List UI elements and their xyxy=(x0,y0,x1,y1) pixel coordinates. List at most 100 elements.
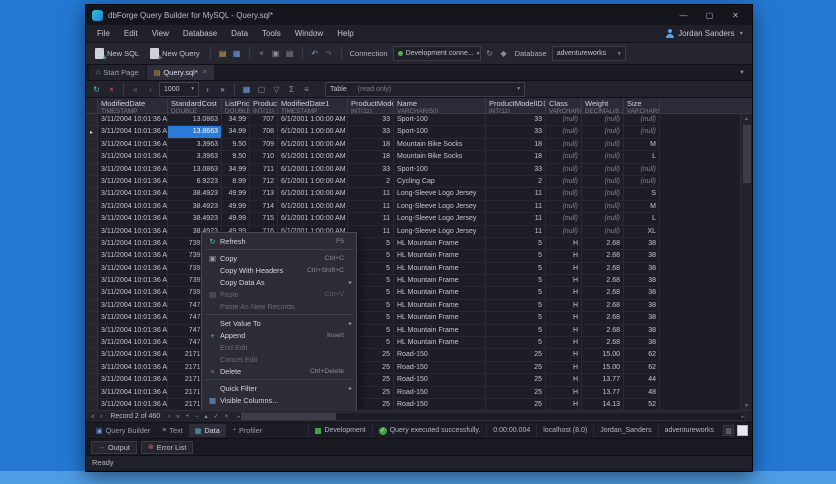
column-header-productmodelid[interactable]: ProductModelIDINT(11) xyxy=(348,98,394,113)
row-marker[interactable] xyxy=(86,324,98,338)
view-tab-profiler[interactable]: ◔ Profiler xyxy=(226,424,268,437)
user-menu[interactable]: Jordan Sanders ▼ xyxy=(665,29,748,38)
grid-cell[interactable]: 9.50 xyxy=(222,151,250,164)
grid-cell[interactable]: (null) xyxy=(546,225,582,238)
grid-cell[interactable]: 38 xyxy=(624,275,660,288)
menu-item-copy[interactable]: ▣ Copy Ctrl+C xyxy=(202,252,356,264)
row-marker[interactable] xyxy=(86,188,98,201)
grid-cell[interactable]: 712 xyxy=(250,175,278,189)
view-tab-data[interactable]: ▦ Data xyxy=(188,424,226,437)
grid-cell[interactable]: 3/11/2004 10:01:36 AM xyxy=(98,225,168,238)
grid-cell[interactable]: 8.99 xyxy=(222,175,250,189)
menu-item-copy-with-headers[interactable]: Copy With Headers Ctrl+Shift+C xyxy=(202,264,356,276)
menu-item-end-edit[interactable]: End Edit xyxy=(202,341,356,353)
grid-cell[interactable]: 3/11/2004 10:01:36 AM xyxy=(98,175,168,189)
output-panel-button[interactable]: → Output xyxy=(91,440,137,454)
scroll-left-icon[interactable]: ◂ xyxy=(237,412,240,421)
row-marker[interactable] xyxy=(86,312,98,325)
grid-cell[interactable]: 38 xyxy=(624,312,660,325)
stop-icon[interactable]: × xyxy=(105,83,118,96)
grid-cell[interactable]: L xyxy=(624,151,660,164)
column-header-size[interactable]: SizeVARCHAR(5) xyxy=(624,98,660,113)
grid-cell[interactable]: 3/11/2004 10:01:36 AM xyxy=(98,262,168,276)
grid-cell[interactable]: H xyxy=(546,337,582,350)
grid-cell[interactable]: 38 xyxy=(624,337,660,350)
grid-cell[interactable]: Sport-100 xyxy=(394,163,486,176)
pin-icon[interactable]: ◆ xyxy=(498,47,510,60)
redo-icon[interactable]: ↷ xyxy=(323,47,335,60)
prev-page-icon[interactable]: ‹ xyxy=(144,83,157,96)
grid-cell[interactable]: 38 xyxy=(624,287,660,300)
menu-item-delete[interactable]: × Delete Ctrl+Delete xyxy=(202,365,356,377)
open-file-icon[interactable]: ▤ xyxy=(217,47,229,60)
grid-cell[interactable]: 33 xyxy=(486,126,546,139)
column-header-standardcost[interactable]: StandardCost DOUBLE xyxy=(168,98,222,113)
new-query-button[interactable]: New Query xyxy=(146,46,204,62)
grid-cell[interactable]: (null) xyxy=(582,213,624,226)
grid-cell[interactable]: (null) xyxy=(546,151,582,164)
grid-cell[interactable]: 48 xyxy=(624,386,660,399)
menu-database[interactable]: Database xyxy=(176,27,224,40)
grid-cell[interactable]: (null) xyxy=(582,138,624,152)
grid-cell[interactable]: (null) xyxy=(582,114,624,127)
save-icon[interactable]: ▦ xyxy=(231,47,243,60)
grid-cell[interactable]: Road-150 xyxy=(394,374,486,387)
row-marker[interactable] xyxy=(86,349,98,362)
grid-cell[interactable]: 3/11/2004 10:01:36 AM xyxy=(98,361,168,375)
grid-cell[interactable]: Long-Sleeve Logo Jersey xyxy=(394,200,486,214)
grid-cell[interactable]: (null) xyxy=(546,213,582,226)
grid-cell[interactable]: (null) xyxy=(582,163,624,176)
refresh-data-icon[interactable]: ↻ xyxy=(90,83,103,96)
vertical-scrollbar[interactable]: ▲ ▼ xyxy=(740,114,752,410)
menu-data[interactable]: Data xyxy=(224,27,255,40)
grid-cell[interactable]: (null) xyxy=(624,126,660,139)
grid-cell[interactable]: 62 xyxy=(624,361,660,375)
grid-cell[interactable]: 3.3963 xyxy=(168,138,222,152)
row-marker[interactable] xyxy=(86,287,98,300)
grid-cell[interactable]: (null) xyxy=(624,114,660,127)
grid-cell[interactable]: Mountain Bike Socks xyxy=(394,138,486,152)
grid-cell[interactable]: 3/11/2004 10:01:36 AM xyxy=(98,398,168,410)
grid-cell[interactable]: 13.77 xyxy=(582,386,624,399)
grid-cell[interactable]: 49.99 xyxy=(222,200,250,214)
minimize-button[interactable]: — xyxy=(673,8,694,23)
grid-cell[interactable]: 33 xyxy=(486,163,546,176)
grid-cell[interactable]: 2.68 xyxy=(582,337,624,350)
layout-icon[interactable]: ▥ xyxy=(723,425,734,436)
column-header-listprice[interactable]: ListPriceDOUBLE xyxy=(222,98,250,113)
next-record-icon[interactable]: › xyxy=(166,414,172,420)
grid-cell[interactable]: 52 xyxy=(624,398,660,410)
grid-cell[interactable]: H xyxy=(546,237,582,251)
grid-cell[interactable]: 5 xyxy=(486,337,546,350)
grid-cell[interactable]: H xyxy=(546,250,582,263)
row-marker[interactable] xyxy=(86,275,98,288)
grid-cell[interactable]: 709 xyxy=(250,138,278,152)
grid-cell[interactable]: 38.4923 xyxy=(168,213,222,226)
grid-cell[interactable]: 3/11/2004 10:01:36 AM xyxy=(98,275,168,288)
grid-cell[interactable]: (null) xyxy=(582,225,624,238)
grid-cell[interactable]: H xyxy=(546,287,582,300)
column-header-modifieddate1[interactable]: ModifiedDate1 TIMESTAMP xyxy=(278,98,348,113)
grid-cell[interactable]: Road-150 xyxy=(394,386,486,399)
next-page-icon[interactable]: › xyxy=(201,83,214,96)
grid-cell[interactable]: 11 xyxy=(486,200,546,214)
grid-cell[interactable]: XL xyxy=(624,225,660,238)
row-marker[interactable] xyxy=(86,175,98,189)
grid-cell[interactable]: (null) xyxy=(546,188,582,201)
grid-cell[interactable]: H xyxy=(546,312,582,325)
grid-cell[interactable]: 6/1/2001 1:00:00 AM xyxy=(278,126,348,139)
grid-cell[interactable]: 3/11/2004 10:01:36 AM xyxy=(98,114,168,127)
grid-cell[interactable]: 25 xyxy=(486,361,546,375)
close-button[interactable]: ✕ xyxy=(725,8,746,23)
grid-cell[interactable]: HL Mountain Frame xyxy=(394,237,486,251)
grid-cell[interactable]: (null) xyxy=(582,151,624,164)
grid-cell[interactable]: H xyxy=(546,324,582,338)
grid-cell[interactable]: Long-Sleeve Logo Jersey xyxy=(394,225,486,238)
grid-cell[interactable]: 2.68 xyxy=(582,299,624,313)
grid-cell[interactable]: 5 xyxy=(486,250,546,263)
filter-icon[interactable]: ▽ xyxy=(270,83,283,96)
menu-window[interactable]: Window xyxy=(288,27,330,40)
grid-cell[interactable]: H xyxy=(546,374,582,387)
grid-cell[interactable]: 34.99 xyxy=(222,163,250,176)
grid-cell[interactable]: 6/1/2001 1:00:00 AM xyxy=(278,163,348,176)
